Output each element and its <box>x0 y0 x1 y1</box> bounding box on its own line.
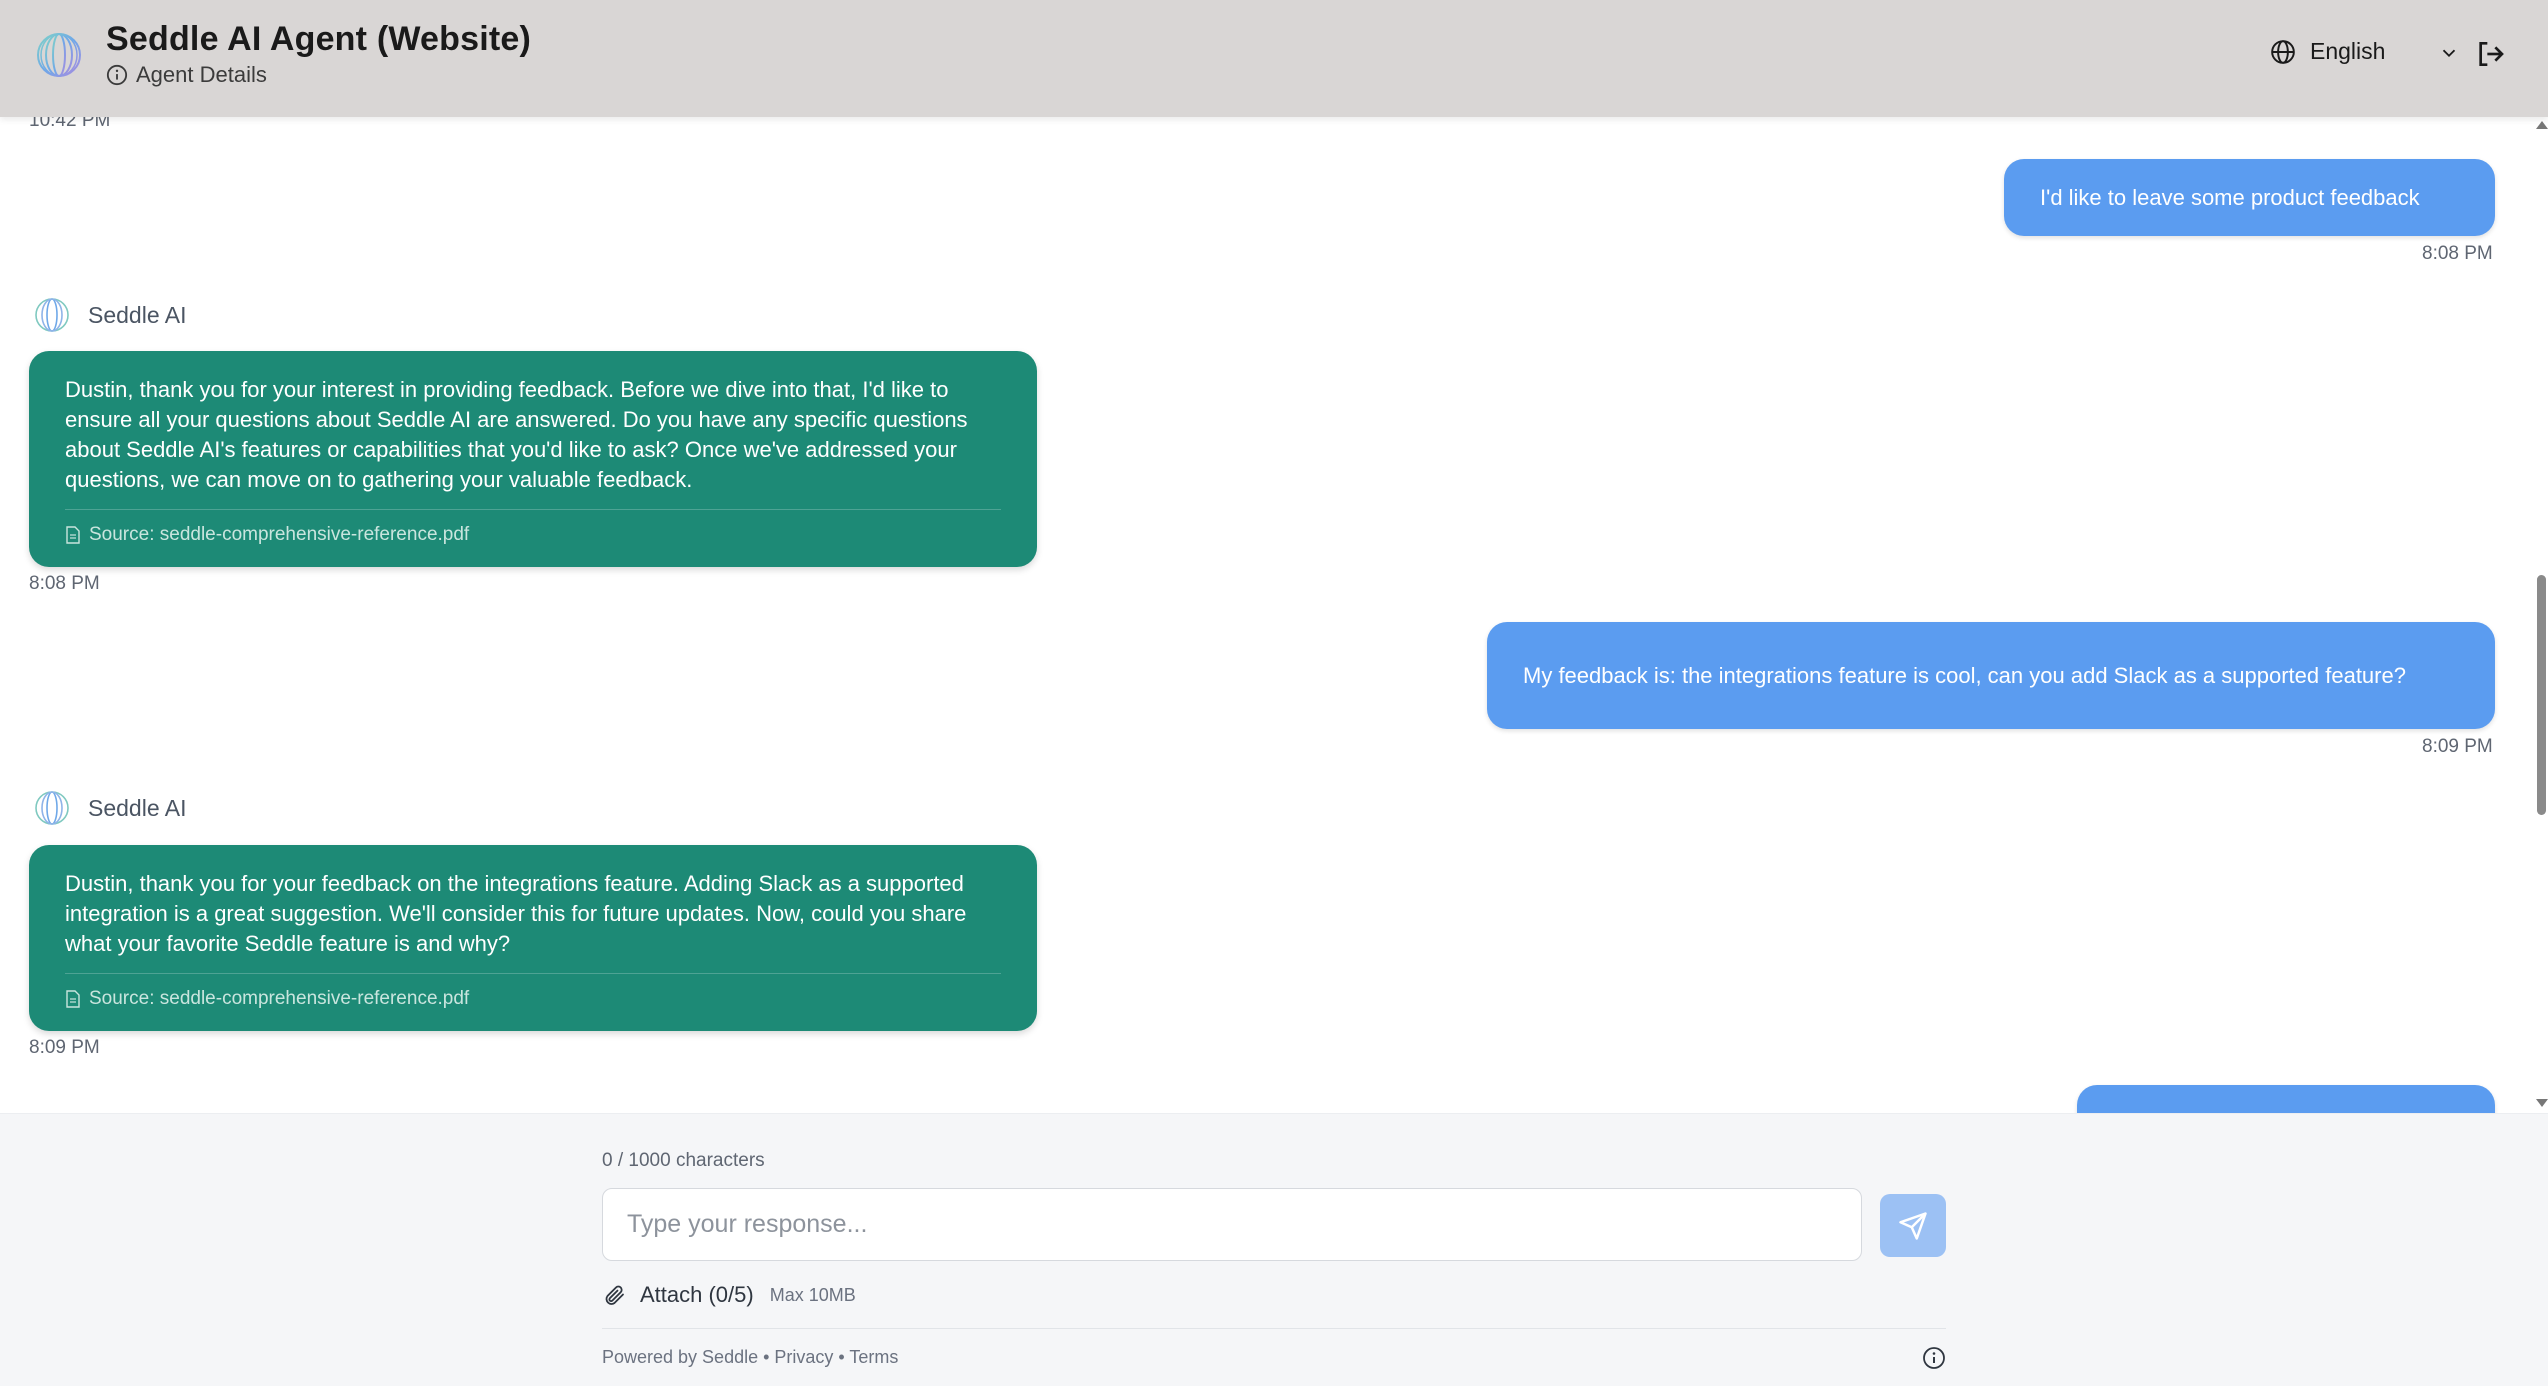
source-link[interactable]: Source: seddle-comprehensive-reference.p… <box>65 973 1001 1013</box>
response-input[interactable] <box>602 1188 1862 1261</box>
user-message-text: I'd like to leave some product feedback <box>2040 184 2420 210</box>
paperclip-icon <box>605 1285 624 1305</box>
user-message: My feedback is: the integrations feature… <box>1487 622 2495 729</box>
header-bar: Seddle AI Agent (Website) Agent Details … <box>0 0 2548 117</box>
agent-message-text: Dustin, thank you for your interest in p… <box>65 377 968 492</box>
agent-details-link[interactable]: Agent Details <box>106 62 267 88</box>
language-label: English <box>2310 38 2386 64</box>
agent-message-text: Dustin, thank you for your feedback on t… <box>65 871 967 956</box>
scrollbar-thumb[interactable] <box>2537 575 2546 815</box>
logout-icon[interactable] <box>2474 38 2506 70</box>
source-label: Source: seddle-comprehensive-reference.p… <box>89 987 470 1009</box>
agent-name: Seddle AI <box>88 301 187 328</box>
chevron-down-icon <box>2442 49 2456 58</box>
seddle-avatar-icon <box>35 791 69 825</box>
language-selector[interactable]: English <box>2270 38 2456 65</box>
footer-divider <box>602 1328 1946 1329</box>
attach-label: Attach (0/5) <box>640 1282 754 1307</box>
source-link[interactable]: Source: seddle-comprehensive-reference.p… <box>65 509 1001 549</box>
scroll-up-arrow-icon[interactable] <box>2536 121 2548 129</box>
source-label: Source: seddle-comprehensive-reference.p… <box>89 523 470 545</box>
character-counter: 0 / 1000 characters <box>602 1150 765 1171</box>
footer-legal-links[interactable]: Powered by Seddle • Privacy • Terms <box>602 1347 898 1368</box>
agent-title: Seddle AI Agent (Website) <box>106 20 532 58</box>
message-timestamp: 8:08 PM <box>29 573 100 594</box>
agent-message: Dustin, thank you for your feedback on t… <box>29 845 1037 1031</box>
seddle-avatar-icon <box>35 298 69 332</box>
attach-max-size: Max 10MB <box>769 1284 856 1305</box>
user-message-text: My feedback is: the integrations feature… <box>1523 662 2406 688</box>
user-message-partial <box>2077 1085 2495 1113</box>
globe-icon <box>2271 39 2295 64</box>
composer-panel: 0 / 1000 characters Attach (0/5) Max 10M… <box>0 1113 2548 1386</box>
user-message: I'd like to leave some product feedback <box>2004 159 2495 236</box>
info-icon[interactable] <box>1922 1346 1946 1370</box>
agent-name: Seddle AI <box>88 794 187 821</box>
agent-details-label: Agent Details <box>136 62 267 87</box>
document-icon <box>66 989 80 1008</box>
scroll-down-arrow-icon[interactable] <box>2536 1099 2548 1107</box>
agent-message: Dustin, thank you for your interest in p… <box>29 351 1037 567</box>
chat-scrollbar[interactable] <box>2534 117 2548 1113</box>
seddle-logo-icon <box>37 33 81 77</box>
agent-message-header: Seddle AI <box>34 297 186 333</box>
send-icon <box>1899 1211 1927 1240</box>
document-icon <box>66 525 80 544</box>
message-timestamp: 8:09 PM <box>2422 736 2493 757</box>
message-timestamp: 8:08 PM <box>2422 243 2493 264</box>
message-timestamp: 10:42 PM <box>29 117 111 131</box>
message-timestamp: 8:09 PM <box>29 1037 100 1058</box>
attach-button[interactable]: Attach (0/5) Max 10MB <box>602 1282 856 1308</box>
send-button[interactable] <box>1880 1194 1946 1257</box>
chat-transcript[interactable]: 10:42 PM I'd like to leave some product … <box>0 117 2548 1113</box>
info-icon <box>106 64 128 86</box>
agent-message-header: Seddle AI <box>34 790 186 826</box>
